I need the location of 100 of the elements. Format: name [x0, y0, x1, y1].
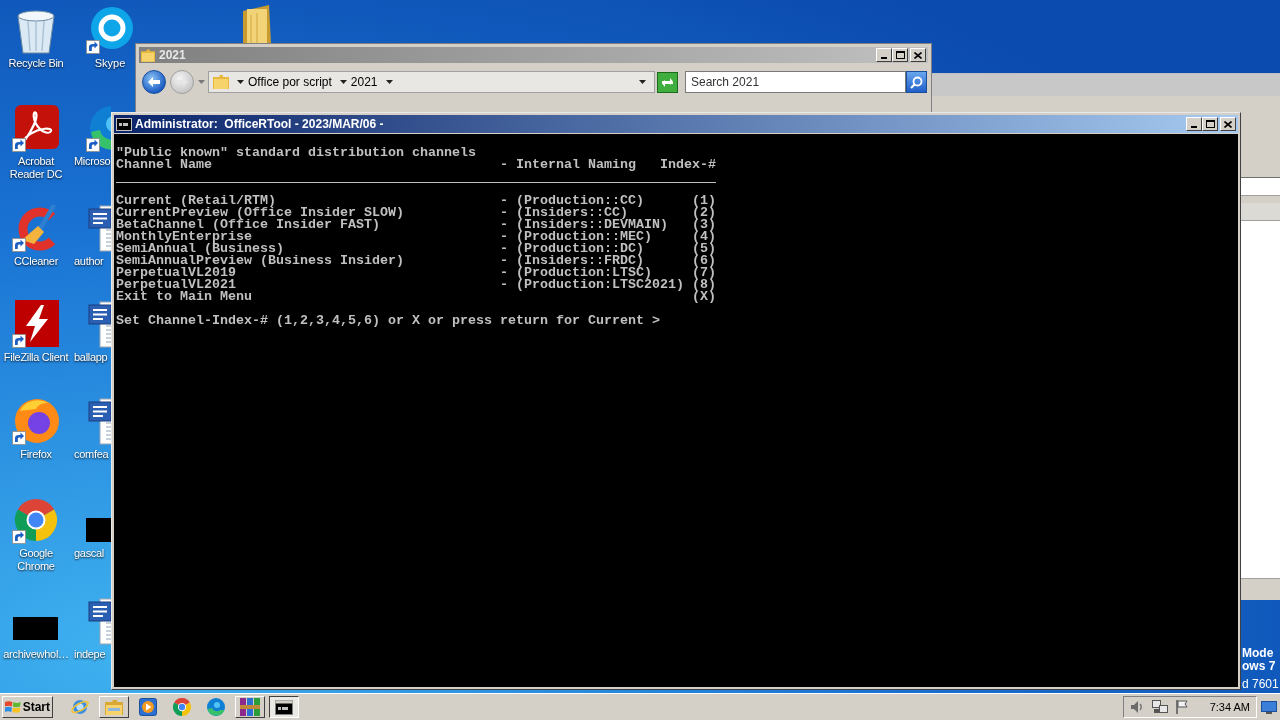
desktop-icon-label[interactable]: comfea [74, 448, 109, 461]
media-player-icon [139, 698, 157, 716]
minimize-button[interactable] [1186, 117, 1202, 131]
folder-icon [141, 48, 155, 62]
skype-logo-icon[interactable] [86, 6, 134, 54]
minimize-icon [881, 57, 887, 59]
internal-naming: - (Production::CC) [500, 195, 644, 207]
internal-naming: - (Insiders::FRDC) [500, 255, 644, 267]
channel-name: Current (Retail/RTM) [116, 195, 276, 207]
channel-index: (7) [692, 267, 716, 279]
channel-index: (5) [692, 243, 716, 255]
maximize-button[interactable] [1202, 117, 1218, 131]
dark-thumbnail-icon[interactable] [86, 518, 111, 542]
folder-icon [213, 75, 229, 89]
taskbar-app-button[interactable] [269, 696, 299, 718]
chrome-logo-icon[interactable] [12, 496, 60, 544]
clock[interactable]: 7:34 AM [1209, 698, 1250, 716]
close-icon [1224, 120, 1232, 128]
windows-logo-icon [5, 700, 21, 714]
channel-name: MonthlyEnterprise [116, 231, 252, 243]
back-button[interactable] [142, 70, 166, 94]
search-button[interactable] [906, 71, 927, 93]
channel-name: SemiAnnual (Business) [116, 243, 284, 255]
test-mode-text: d 7601 [1242, 678, 1279, 691]
maximize-icon [1205, 120, 1215, 128]
channel-index: (3) [692, 219, 716, 231]
desktop-icon-label[interactable]: Google Chrome [0, 547, 72, 573]
channel-name: PerpetualVL2021 [116, 279, 236, 291]
folder-icon[interactable] [241, 5, 273, 43]
flag-icon[interactable] [1176, 700, 1188, 714]
filezilla-logo-icon[interactable] [12, 300, 60, 348]
maximize-button[interactable] [892, 48, 908, 62]
channel-name: CurrentPreview (Office Insider SLOW) [116, 207, 404, 219]
test-mode-text: ows 7 [1242, 660, 1277, 673]
desktop-icon-label[interactable]: archivewhol… [3, 648, 69, 661]
search-icon [910, 75, 923, 89]
internal-naming: - (Insiders::DEVMAIN) [500, 219, 668, 231]
desktop-icon-label[interactable]: Microso [74, 155, 111, 168]
desktop-icon-label[interactable]: FileZilla Client [3, 351, 69, 364]
edge-logo-icon [207, 698, 225, 716]
caret-icon [339, 80, 347, 84]
acrobat-logo-icon[interactable] [12, 104, 60, 152]
channel-name: PerpetualVL2019 [116, 267, 236, 279]
archive-app-icon [240, 698, 260, 716]
channel-index: (X) [692, 291, 716, 303]
breadcrumb-item[interactable]: 2021 [350, 73, 378, 91]
start-button[interactable]: Start [2, 696, 53, 718]
internal-naming: - (Production::MEC) [500, 231, 652, 243]
speaker-icon[interactable] [1130, 700, 1144, 714]
caret-icon [197, 80, 205, 84]
refresh-button[interactable] [657, 71, 678, 93]
column-header: Channel Name [116, 159, 213, 171]
channel-index: (4) [692, 231, 716, 243]
minimize-button[interactable] [876, 48, 892, 62]
desktop-icon-label[interactable]: Acrobat Reader DC [0, 155, 72, 181]
close-button[interactable] [1220, 117, 1236, 131]
internal-naming: - (Production::DC) [500, 243, 644, 255]
caret-icon [385, 80, 393, 84]
desktop-icon-label[interactable]: gascal [74, 547, 104, 560]
internet-explorer-icon [71, 698, 89, 716]
search-field[interactable]: Search 2021 [685, 71, 906, 93]
command-prompt-text: Set Channel-Index-# (1,2,3,4,5,6) or X or press return for Current > [116, 315, 660, 327]
desktop-icon-label[interactable]: CCleaner [13, 255, 59, 268]
channel-index: (8) [692, 279, 716, 291]
console-heading: "Public known" standard distribution channels [116, 147, 476, 159]
internal-naming: - (Production:LTSC) [500, 267, 652, 279]
channel-name: BetaChannel (Office Insider FAST) [116, 219, 380, 231]
right-arrow-icon [176, 77, 188, 87]
internal-naming: - (Production:LTSC2021) [500, 279, 684, 291]
dark-thumbnail-icon[interactable] [13, 617, 58, 640]
network-icon[interactable] [1152, 700, 1168, 714]
channel-name: Exit to Main Menu [116, 291, 252, 303]
close-button[interactable] [910, 48, 926, 62]
desktop-icon-label[interactable]: Firefox [20, 448, 52, 461]
maximize-icon [895, 51, 905, 59]
folder-icon [105, 699, 123, 715]
desktop-icon-label[interactable]: Recycle Bin [8, 57, 64, 70]
desktop-icon-label[interactable]: author [74, 255, 104, 268]
channel-index: (6) [692, 255, 716, 267]
breadcrumb-item[interactable]: Office por script [248, 73, 332, 91]
channel-index: (1) [692, 195, 716, 207]
firefox-logo-icon[interactable] [12, 397, 60, 445]
desktop-icon-label[interactable]: indepe [74, 648, 106, 661]
column-header: Index-# [660, 159, 716, 171]
desktop-icon-label[interactable]: ballapp [74, 351, 108, 364]
column-header: - Internal Naming [500, 159, 637, 171]
address-bar[interactable]: Office por script 2021 [208, 71, 655, 93]
dropdown-caret-icon [639, 80, 646, 84]
channel-index: (2) [692, 207, 716, 219]
recent-pages-button[interactable] [197, 77, 205, 87]
console-icon [116, 117, 132, 131]
left-arrow-icon [148, 77, 160, 87]
chrome-logo-icon [173, 698, 191, 716]
minimize-icon [1191, 126, 1197, 128]
refresh-icon [661, 76, 674, 88]
desktop-icon-label[interactable]: Skype [94, 57, 126, 70]
internal-naming: - (Insiders::CC) [500, 207, 628, 219]
window-title: Administrator: OfficeRTool - 2023/MAR/06 - [135, 118, 384, 130]
close-icon [914, 51, 922, 59]
console-icon [275, 699, 293, 715]
